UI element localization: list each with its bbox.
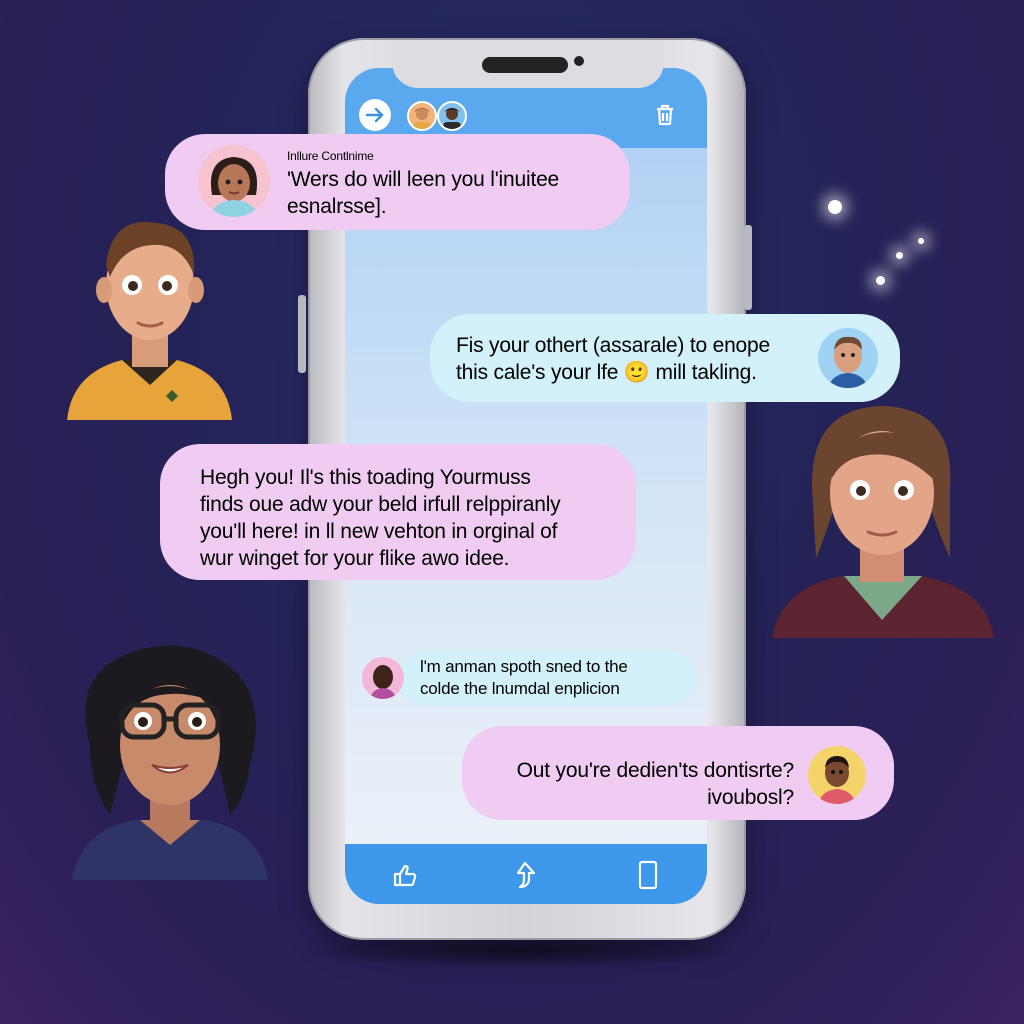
sparkle	[828, 200, 842, 214]
avatar	[818, 328, 878, 388]
message-line: colde the lnumdal enplicion	[420, 679, 620, 698]
share-icon[interactable]	[505, 858, 545, 892]
avatar-character	[772, 398, 994, 638]
sparkle	[918, 238, 924, 244]
message-line: you'll here! in ll new vehton in orginal…	[200, 520, 558, 543]
avatar[interactable]	[407, 101, 437, 131]
message-line: l'm anman spoth sned to the	[420, 657, 628, 676]
message-line: wur winget for your flike awo idee.	[200, 547, 510, 570]
message-text: Out you're dedien'ts dontisrte? ivoubosl…	[490, 757, 795, 811]
message-line: 'Wers do will leen you l'inuitee	[287, 168, 560, 191]
message-text: 'Wers do will leen you l'inuitee esnalrs…	[287, 166, 559, 220]
sparkle	[896, 252, 903, 259]
message-line: finds oue adw your beld irfull relppiran…	[200, 493, 561, 516]
message-text: Fis your othert (assarale) to enope this…	[456, 332, 770, 386]
phone-icon[interactable]	[633, 858, 663, 892]
avatar[interactable]	[437, 101, 467, 131]
avatar-character	[62, 205, 237, 420]
message-text: l'm anman spoth sned to the colde the ln…	[420, 656, 628, 700]
sparkle	[876, 276, 885, 285]
message-line: this cale's your lfe 🙂 mill takling.	[456, 361, 757, 384]
phone-speaker	[482, 57, 568, 73]
sender-name: Inllure Contlnime	[287, 149, 374, 163]
side-button	[298, 295, 306, 373]
trash-icon[interactable]	[648, 98, 682, 132]
message-text: Hegh you! Il's this toading Yourmuss fin…	[200, 464, 561, 572]
app-footer	[345, 844, 707, 904]
message-line: ivoubosl?	[707, 786, 794, 809]
message-line: Fis your othert (assarale) to enope	[456, 334, 770, 357]
avatar	[198, 145, 270, 217]
arrow-right-icon[interactable]	[359, 99, 391, 131]
message-line: esnalrsse].	[287, 195, 387, 218]
side-button	[744, 225, 752, 310]
avatar	[808, 746, 866, 804]
avatar-character	[70, 635, 270, 880]
like-icon[interactable]	[387, 860, 423, 890]
avatar	[362, 657, 404, 699]
camera-icon	[574, 56, 584, 66]
message-line: Out you're dedien'ts dontisrte?	[516, 759, 795, 782]
message-line: Hegh you! Il's this toading Yourmuss	[200, 466, 531, 489]
